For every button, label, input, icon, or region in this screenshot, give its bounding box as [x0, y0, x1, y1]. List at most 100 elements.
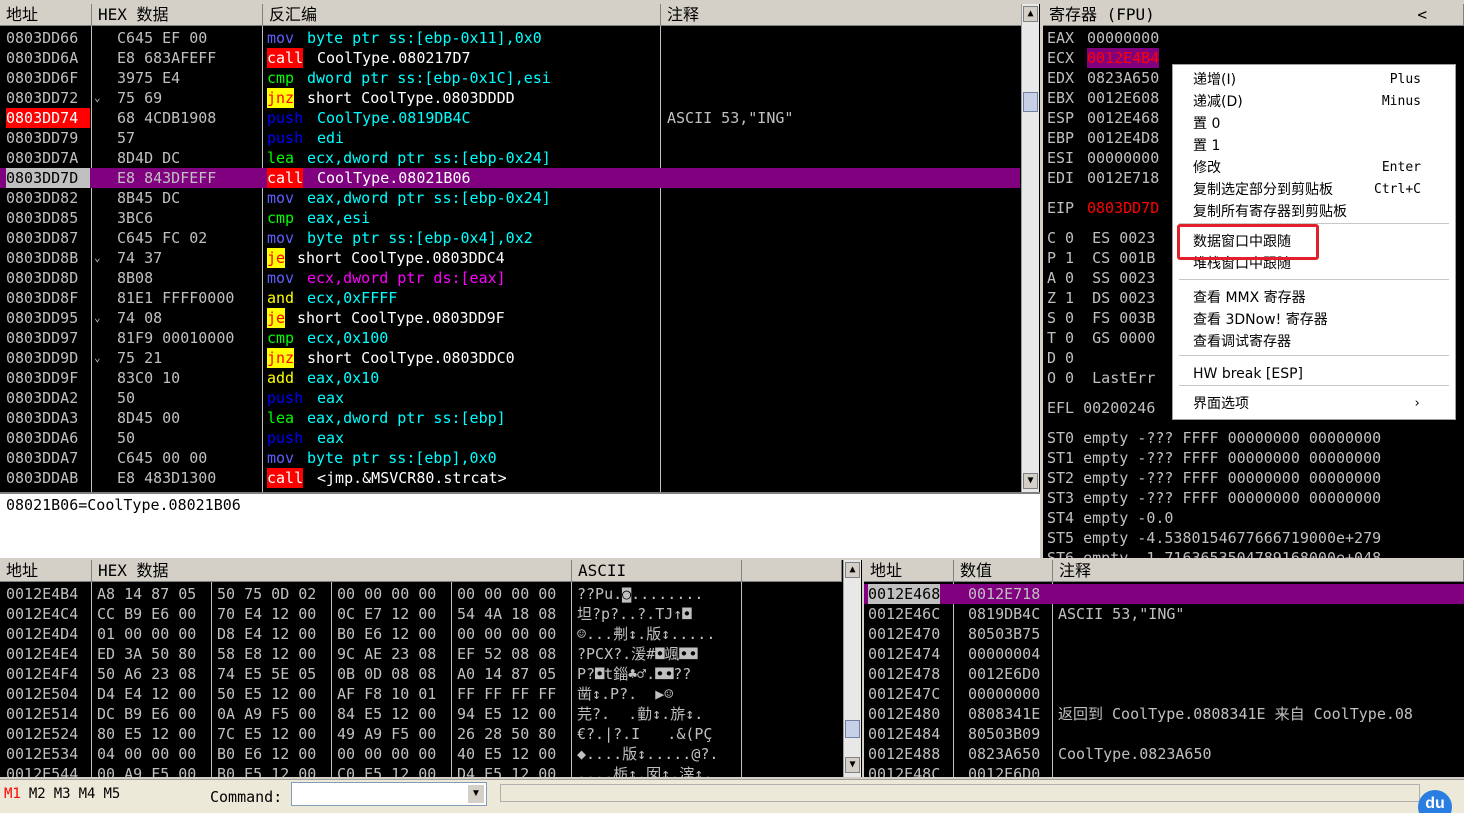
fpu-row[interactable]: ST1 empty -??? FFFF 00000000 00000000	[1047, 448, 1464, 468]
disasm-row[interactable]: 0803DD74 68 4CDB1908 push CoolType.0819DB4C…	[0, 108, 1020, 128]
memory-mark-m3[interactable]: M3	[54, 786, 71, 802]
fpu-row[interactable]: ST6 empty -1.7163653504789168000e+048	[1047, 548, 1464, 558]
disasm-row[interactable]: 0803DD9D ⌄ 75 21 jnz short CoolType.0803DDC0	[0, 348, 1020, 368]
disasm-row[interactable]: 0803DD66 C645 EF 00 mov byte ptr ss:[ebp-0x…	[0, 28, 1020, 48]
register-value[interactable]: 0823A650	[1087, 68, 1159, 88]
dump-row[interactable]: 0012E504 D4 E4 12 00 50 E5 12 00 AF F8 10 0…	[0, 684, 842, 704]
stack-header-address[interactable]: 地址	[864, 560, 954, 582]
menu-item[interactable]: 置 1	[1193, 135, 1445, 157]
register-value[interactable]: 0012E718	[1087, 168, 1159, 188]
menu-item[interactable]: 界面选项 ›	[1193, 393, 1445, 415]
menu-item[interactable]: 复制选定部分到剪贴板 Ctrl+C	[1193, 179, 1445, 201]
disasm-row[interactable]: 0803DD6F 3975 E4 cmp dword ptr ss:[ebp-0x1C…	[0, 68, 1020, 88]
menu-item[interactable]: 递减(D) Minus	[1193, 91, 1445, 113]
disasm-row[interactable]: 0803DD87 C645 FC 02 mov byte ptr ss:[ebp-0x…	[0, 228, 1020, 248]
stack-row[interactable]: 0012E46C 0819DB4C ASCII 53,"ING"	[864, 604, 1464, 624]
collapse-button[interactable]: <	[1417, 4, 1427, 26]
scroll-up-button[interactable]: ▲	[845, 562, 860, 578]
stack-row[interactable]: 0012E484 80503B09	[864, 724, 1464, 744]
app-tray-icon[interactable]: du	[1418, 790, 1452, 813]
disasm-row[interactable]: 0803DD7A 8D4D DC lea ecx,dword ptr ss:[ebp-…	[0, 148, 1020, 168]
dump-header-ascii[interactable]: ASCII	[572, 560, 742, 582]
scroll-thumb[interactable]	[845, 720, 860, 738]
disasm-row[interactable]: 0803DDA7 C645 00 00 mov byte ptr ss:[ebp],0…	[0, 448, 1020, 468]
command-input[interactable]: ▼	[291, 782, 487, 806]
stack-header-value[interactable]: 数值	[954, 560, 1053, 582]
stack-row[interactable]: 0012E474 00000004	[864, 644, 1464, 664]
register-value[interactable]: 0012E4B4	[1087, 48, 1160, 68]
stack-row[interactable]: 0012E470 80503B75	[864, 624, 1464, 644]
fpu-row[interactable]: ST2 empty -??? FFFF 00000000 00000000	[1047, 468, 1464, 488]
disasm-row[interactable]: 0803DDA2 50 push eax	[0, 388, 1020, 408]
register-value[interactable]: 0012E468	[1087, 108, 1159, 128]
disasm-row[interactable]: 0803DD8B ⌄ 74 37 je short CoolType.0803DDC4	[0, 248, 1020, 268]
disasm-row[interactable]: 0803DD7D E8 843DFEFF call CoolType.08021B06	[0, 168, 1020, 188]
dump-row[interactable]: 0012E544 00 A9 F5 00 B0 E5 12 00 C0 E5 12 0…	[0, 764, 842, 777]
dump-header-hex[interactable]: HEX 数据	[92, 560, 572, 582]
register-value[interactable]: 0012E4D8	[1087, 128, 1159, 148]
dump-row[interactable]: 0012E534 04 00 00 00 B0 E6 12 00 00 00 00 0…	[0, 744, 842, 764]
dump-row[interactable]: 0012E4D4 01 00 00 00 D8 E4 12 00 B0 E6 12 0…	[0, 624, 842, 644]
disasm-row[interactable]: 0803DDA3 8D45 00 lea eax,dword ptr ss:[ebp]	[0, 408, 1020, 428]
dump-row[interactable]: 0012E4E4 ED 3A 50 80 58 E8 12 00 9C AE 23 0…	[0, 644, 842, 664]
scroll-thumb[interactable]	[1023, 92, 1038, 112]
menu-item[interactable]: 查看 3DNow! 寄存器	[1193, 309, 1445, 331]
disassembly-scrollbar[interactable]: ▲ ▼	[1021, 4, 1039, 492]
memory-mark-m1[interactable]: M1	[4, 786, 21, 802]
dump-row[interactable]: 0012E4F4 50 A6 23 08 74 E5 5E 05 0B 0D 08 0…	[0, 664, 842, 684]
scroll-down-button[interactable]: ▼	[1023, 473, 1038, 489]
col-header-disasm[interactable]: 反汇编	[263, 4, 661, 26]
menu-item[interactable]: 修改 Enter	[1193, 157, 1445, 179]
fpu-row[interactable]: ST5 empty -4.5380154677666719000e+279	[1047, 528, 1464, 548]
dump-row[interactable]: 0012E514 DC B9 E6 00 0A A9 F5 00 84 E5 12 0…	[0, 704, 842, 724]
stack-pane[interactable]: 地址 数值 注释 0012E468 0012E718 0012E46C 0819DB4…	[864, 560, 1464, 777]
stack-row[interactable]: 0012E478 0012E6D0	[864, 664, 1464, 684]
disasm-row[interactable]: 0803DD82 8B45 DC mov eax,dword ptr ss:[ebp-…	[0, 188, 1020, 208]
disasm-row[interactable]: 0803DD95 ⌄ 74 08 je short CoolType.0803DD9F	[0, 308, 1020, 328]
register-value[interactable]: 00000000	[1087, 148, 1159, 168]
disasm-row[interactable]: 0803DDA6 50 push eax	[0, 428, 1020, 448]
disasm-row[interactable]: 0803DD85 3BC6 cmp eax,esi	[0, 208, 1020, 228]
disasm-row[interactable]: 0803DD72 ⌄ 75 69 jnz short CoolType.0803DDDD	[0, 88, 1020, 108]
dump-pane[interactable]: 地址 HEX 数据 ASCII 0012E4B4 A8 14 87 05 50 75…	[0, 560, 862, 777]
disasm-row[interactable]: 0803DDAB E8 483D1300 call <jmp.&MSVCR80.str…	[0, 468, 1020, 488]
menu-item[interactable]: 查看 MMX 寄存器	[1193, 287, 1445, 309]
stack-header-comment[interactable]: 注释	[1053, 560, 1464, 582]
dump-scrollbar[interactable]: ▲ ▼	[843, 560, 861, 777]
dump-row[interactable]: 0012E524 80 E5 12 00 7C E5 12 00 49 A9 F5 0…	[0, 724, 842, 744]
disasm-row[interactable]: 0803DD8F 81E1 FFFF0000 and ecx,0xFFFF	[0, 288, 1020, 308]
disasm-row[interactable]: 0803DD97 81F9 00010000 cmp ecx,0x100	[0, 328, 1020, 348]
register-value[interactable]: 00000000	[1087, 28, 1159, 48]
fpu-row[interactable]: ST4 empty -0.0	[1047, 508, 1464, 528]
menu-item[interactable]: HW break [ESP]	[1193, 363, 1445, 385]
disasm-row[interactable]: 0803DD8D 8B08 mov ecx,dword ptr ds:[eax]	[0, 268, 1020, 288]
stack-row[interactable]: 0012E48C 0012E6D0	[864, 764, 1464, 777]
menu-item[interactable]: 复制所有寄存器到剪贴板	[1193, 201, 1445, 223]
memory-mark-m2[interactable]: M2	[29, 786, 46, 802]
dropdown-arrow-icon[interactable]: ▼	[468, 785, 484, 803]
register-value[interactable]: 0012E608	[1087, 88, 1159, 108]
stack-row[interactable]: 0012E488 0823A650 CoolType.0823A650	[864, 744, 1464, 764]
stack-row[interactable]: 0012E47C 00000000	[864, 684, 1464, 704]
dump-row[interactable]: 0012E4C4 CC B9 E6 00 70 E4 12 00 0C E7 12 0…	[0, 604, 842, 624]
scroll-up-button[interactable]: ▲	[1023, 6, 1038, 22]
col-header-comment[interactable]: 注释	[661, 4, 1022, 26]
disasm-row[interactable]: 0803DD79 57 push edi	[0, 128, 1020, 148]
col-header-hex[interactable]: HEX 数据	[92, 4, 263, 26]
disasm-row[interactable]: 0803DD6A E8 683AFEFF call CoolType.080217D7	[0, 48, 1020, 68]
register-row[interactable]: EAX 00000000	[1047, 28, 1464, 48]
fpu-row[interactable]: ST3 empty -??? FFFF 00000000 00000000	[1047, 488, 1464, 508]
col-header-address[interactable]: 地址	[0, 4, 92, 26]
menu-item[interactable]: 置 0	[1193, 113, 1445, 135]
stack-row[interactable]: 0012E480 0808341E 返回到 CoolType.0808341E 来自…	[864, 704, 1464, 724]
stack-row[interactable]: 0012E468 0012E718	[864, 584, 1464, 604]
memory-mark-m4[interactable]: M4	[79, 786, 96, 802]
register-value[interactable]: 0803DD7D	[1087, 198, 1159, 218]
dump-header-address[interactable]: 地址	[0, 560, 92, 582]
disasm-row[interactable]: 0803DD9F 83C0 10 add eax,0x10	[0, 368, 1020, 388]
menu-item[interactable]: 递增(I) Plus	[1193, 69, 1445, 91]
scroll-down-button[interactable]: ▼	[845, 757, 860, 773]
dump-row[interactable]: 0012E4B4 A8 14 87 05 50 75 0D 02 00 00 00 0…	[0, 584, 842, 604]
fpu-row[interactable]: ST0 empty -??? FFFF 00000000 00000000	[1047, 428, 1464, 448]
menu-item[interactable]: 查看调试寄存器	[1193, 331, 1445, 353]
